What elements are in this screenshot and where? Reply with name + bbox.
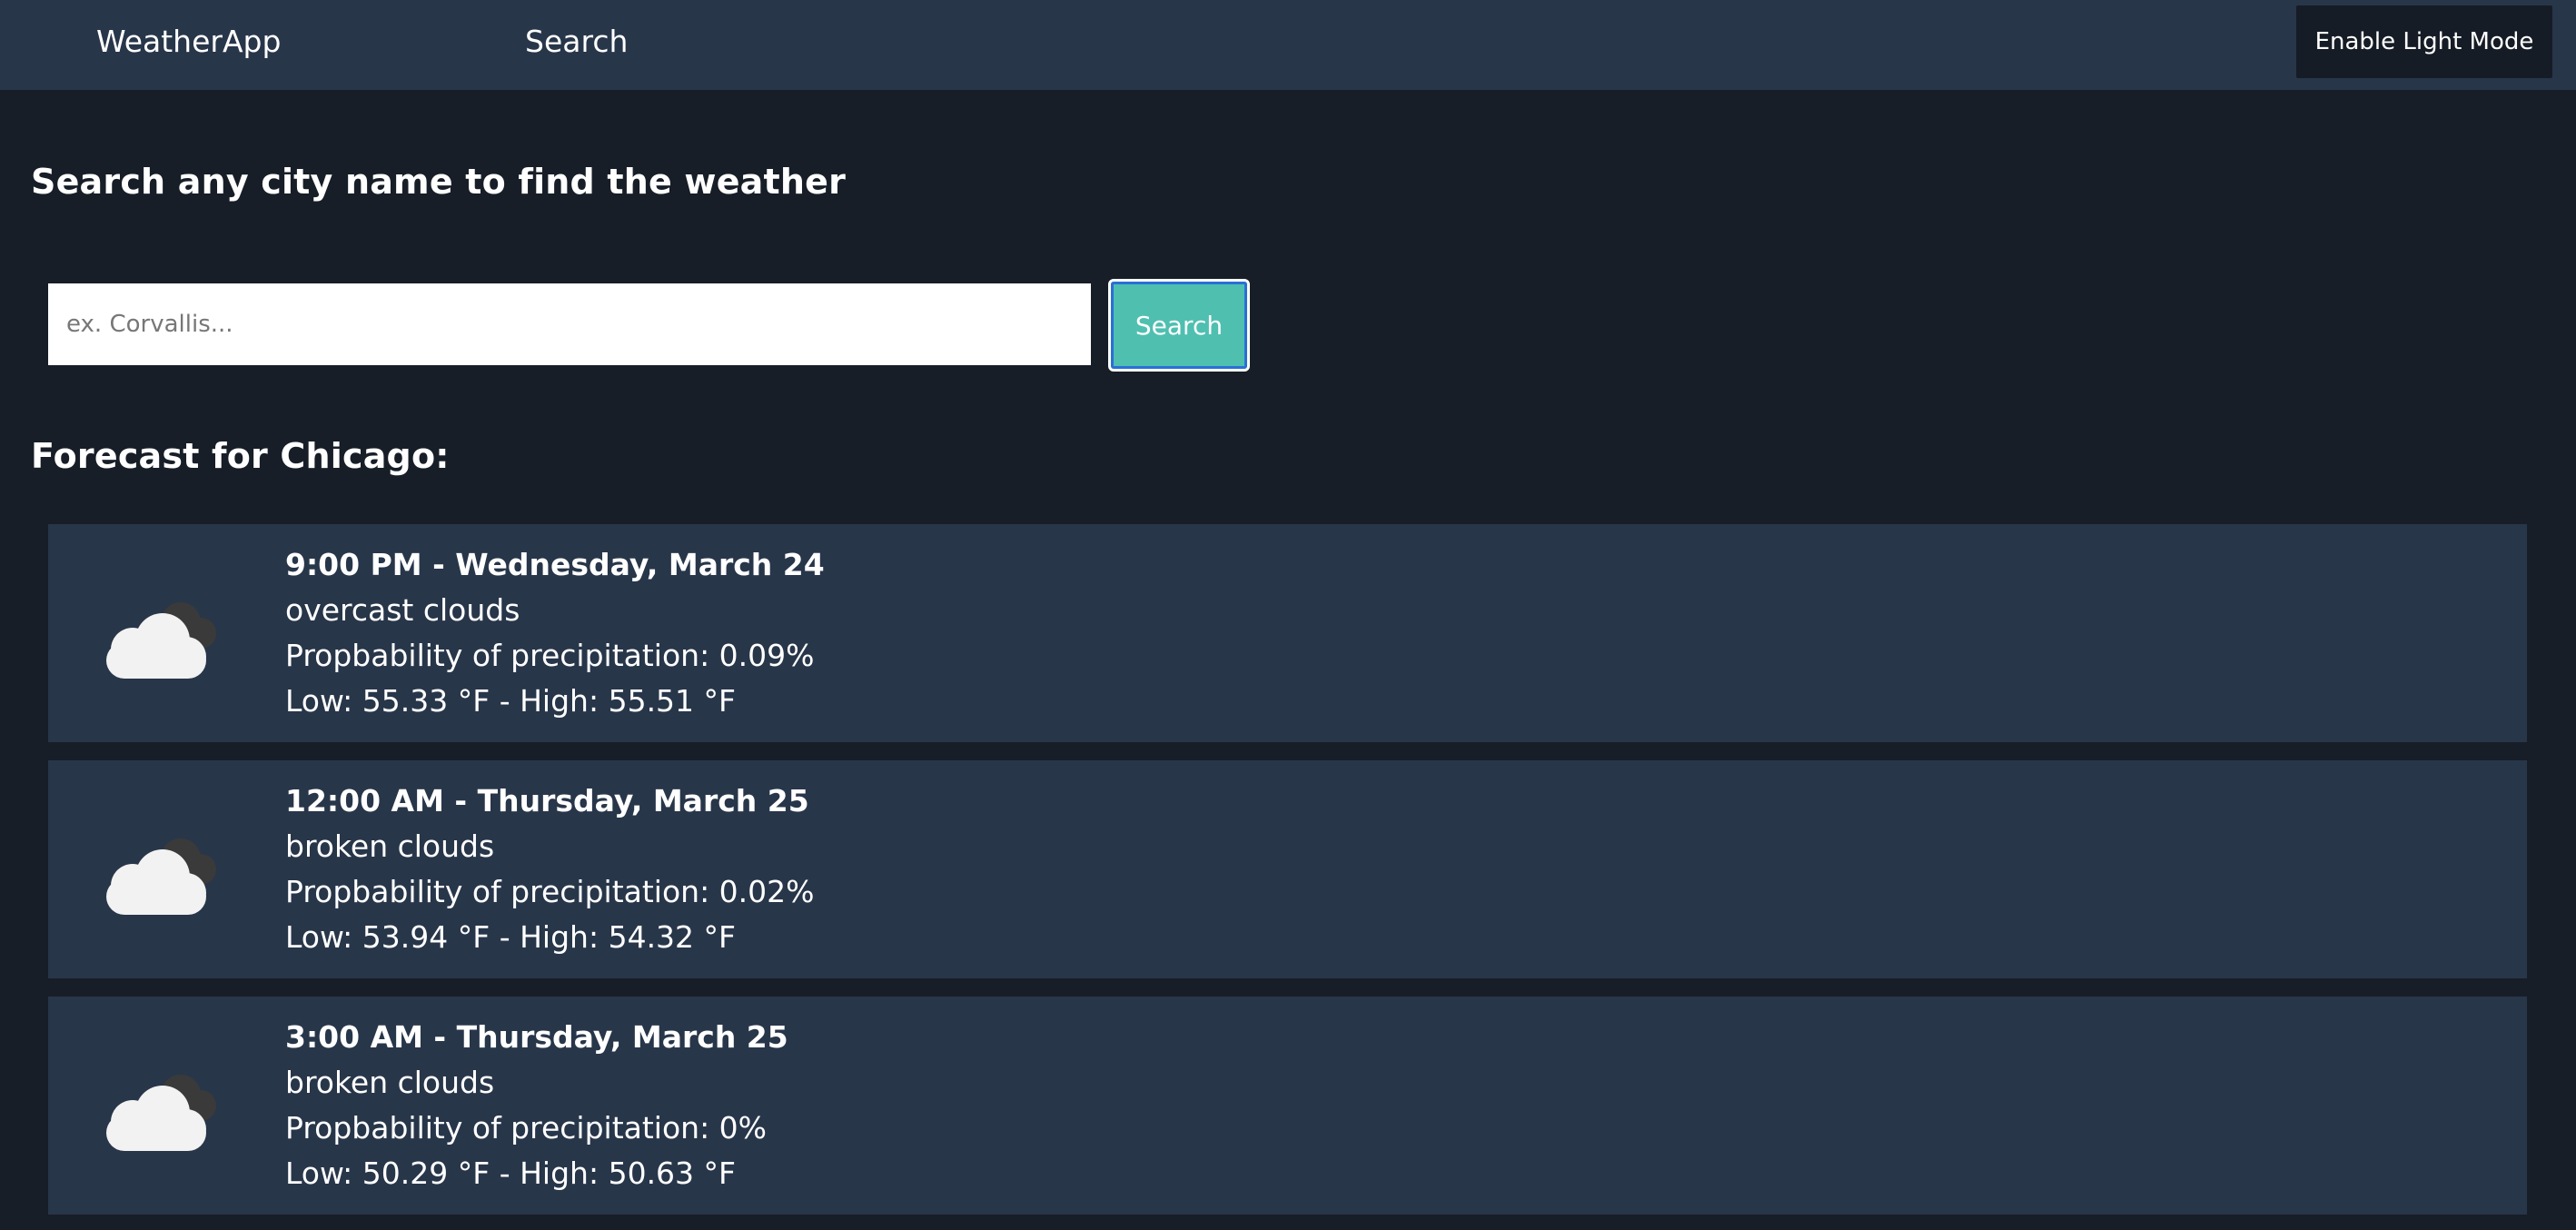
- forecast-time: 9:00 PM - Wednesday, March 24: [285, 547, 825, 582]
- cloud-icon: [106, 838, 216, 915]
- forecast-temperatures: Low: 53.94 °F - High: 54.32 °F: [285, 919, 737, 955]
- forecast-heading: Forecast for Chicago:: [31, 436, 450, 476]
- forecast-details: 3:00 AM - Thursday, March 25 broken clou…: [285, 1015, 788, 1196]
- forecast-details: 12:00 AM - Thursday, March 25 broken clo…: [285, 779, 815, 960]
- forecast-time: 3:00 AM - Thursday, March 25: [285, 1019, 788, 1055]
- forecast-time: 12:00 AM - Thursday, March 25: [285, 783, 809, 818]
- forecast-precipitation: Propbability of precipitation: 0.02%: [285, 874, 815, 909]
- nav-search-link[interactable]: Search: [525, 18, 628, 65]
- cloud-icon: [106, 1075, 216, 1151]
- cloud-icon: [106, 602, 216, 679]
- forecast-temperatures: Low: 50.29 °F - High: 50.63 °F: [285, 1156, 737, 1191]
- search-heading: Search any city name to find the weather: [31, 162, 847, 202]
- brand-link[interactable]: WeatherApp: [96, 18, 281, 65]
- forecast-condition: overcast clouds: [285, 592, 520, 628]
- forecast-details: 9:00 PM - Wednesday, March 24 overcast c…: [285, 542, 825, 724]
- forecast-card: 12:00 AM - Thursday, March 25 broken clo…: [48, 760, 2527, 978]
- forecast-precipitation: Propbability of precipitation: 0.09%: [285, 638, 815, 673]
- navbar: WeatherApp Search Enable Light Mode: [0, 0, 2576, 90]
- forecast-condition: broken clouds: [285, 1065, 495, 1100]
- search-button[interactable]: Search: [1108, 279, 1250, 372]
- forecast-temperatures: Low: 55.33 °F - High: 55.51 °F: [285, 683, 737, 719]
- forecast-precipitation: Propbability of precipitation: 0%: [285, 1110, 768, 1146]
- enable-light-mode-button[interactable]: Enable Light Mode: [2296, 5, 2552, 78]
- city-search-input[interactable]: [48, 283, 1091, 365]
- forecast-condition: broken clouds: [285, 828, 495, 864]
- forecast-card: 3:00 AM - Thursday, March 25 broken clou…: [48, 997, 2527, 1215]
- forecast-card: 9:00 PM - Wednesday, March 24 overcast c…: [48, 524, 2527, 742]
